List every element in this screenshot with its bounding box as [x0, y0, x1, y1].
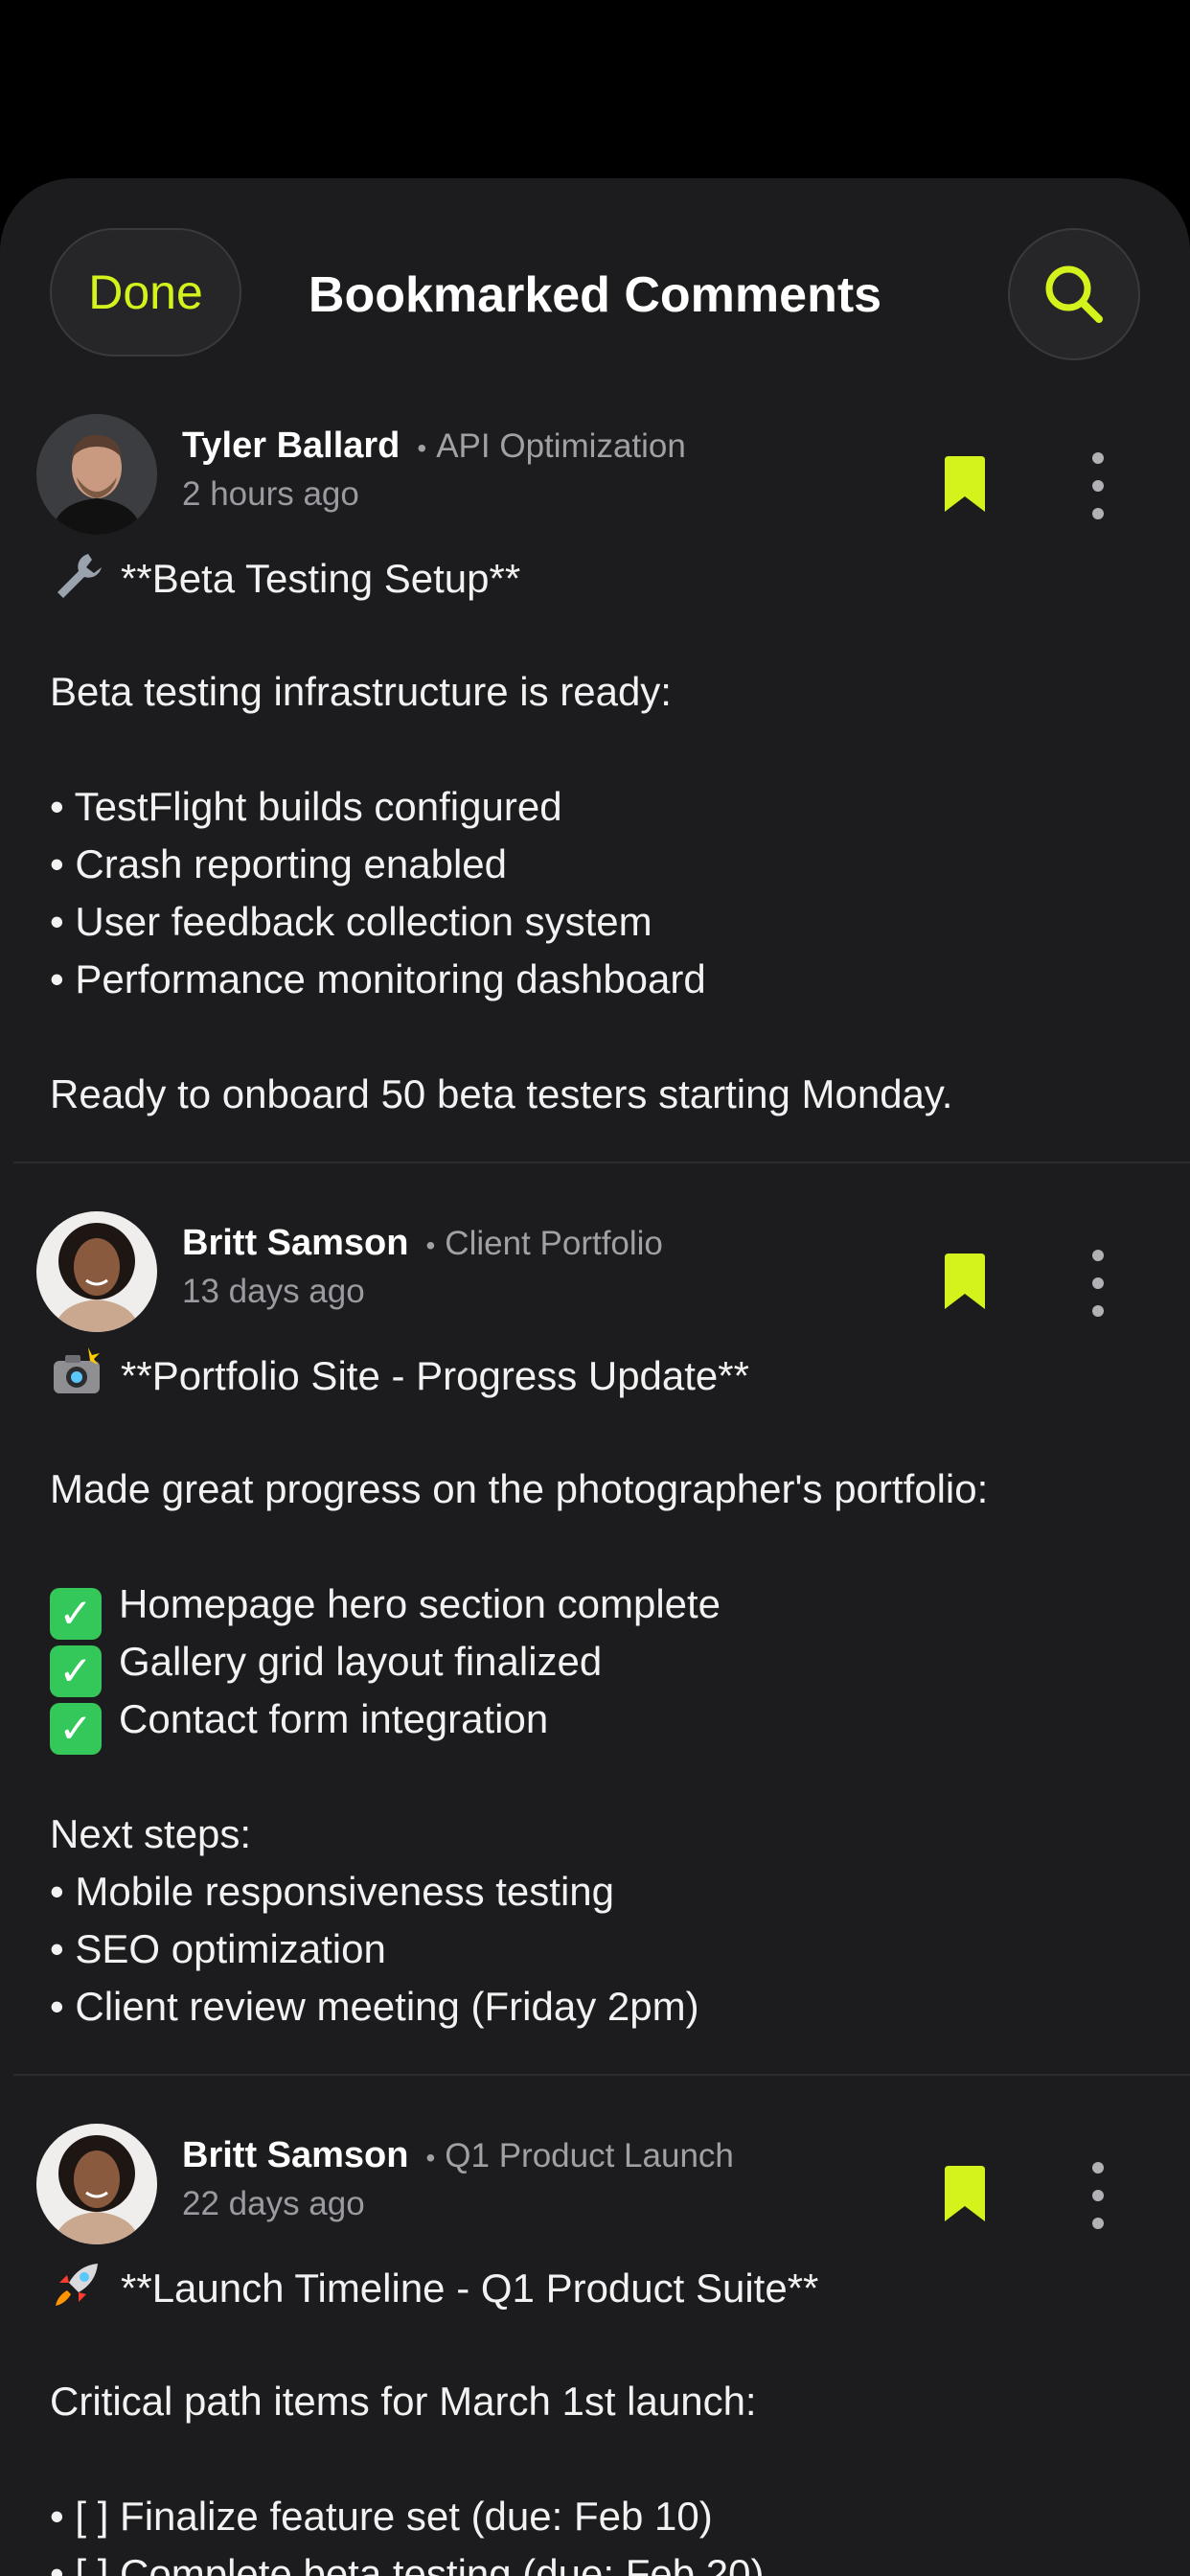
bookmark-icon[interactable] [945, 1254, 985, 1309]
project-tag[interactable]: • Client Portfolio [425, 1225, 662, 1262]
avatar-woman-image [36, 1211, 157, 1332]
avatar[interactable] [36, 1211, 157, 1332]
more-options-icon[interactable] [1079, 2162, 1117, 2229]
author-name[interactable]: Britt Samson • Client Portfolio [182, 1223, 663, 1264]
more-options-icon[interactable] [1079, 452, 1117, 519]
bookmark-icon[interactable] [945, 456, 985, 512]
search-button[interactable] [1008, 228, 1140, 360]
bookmarks-sheet: Done Bookmarked Comments Tyler Ballard • A… [0, 178, 1190, 2576]
camera-flash-icon [54, 1347, 100, 1393]
divider [13, 2074, 1190, 2076]
timestamp: 2 hours ago [182, 475, 359, 513]
divider [13, 1162, 1190, 1163]
comment-body: **Portfolio Site - Progress Update** Mad… [50, 1346, 1152, 2036]
avatar-man-image [36, 414, 157, 535]
project-tag[interactable]: • Q1 Product Launch [425, 2137, 733, 2174]
project-tag[interactable]: • API Optimization [417, 427, 685, 465]
checkmark-icon: ✓ [50, 1645, 102, 1697]
author-name[interactable]: Tyler Ballard • API Optimization [182, 426, 686, 467]
more-options-icon[interactable] [1079, 1250, 1117, 1317]
avatar[interactable] [36, 2124, 157, 2244]
timestamp: 22 days ago [182, 2185, 365, 2222]
checkmark-icon: ✓ [50, 1703, 102, 1755]
search-icon [1045, 265, 1103, 323]
avatar[interactable] [36, 414, 157, 535]
timestamp: 13 days ago [182, 1273, 365, 1310]
comment-body: **Launch Timeline - Q1 Product Suite** C… [50, 2258, 1152, 2576]
checkmark-icon: ✓ [50, 1588, 102, 1640]
bookmark-icon[interactable] [945, 2166, 985, 2221]
rocket-icon [56, 2264, 98, 2306]
avatar-woman-image [36, 2124, 157, 2244]
wrench-icon [57, 554, 102, 598]
comment-body: **Beta Testing Setup** Beta testing infr… [50, 548, 1152, 1123]
author-name[interactable]: Britt Samson • Q1 Product Launch [182, 2135, 734, 2176]
header: Done Bookmarked Comments [0, 178, 1190, 380]
